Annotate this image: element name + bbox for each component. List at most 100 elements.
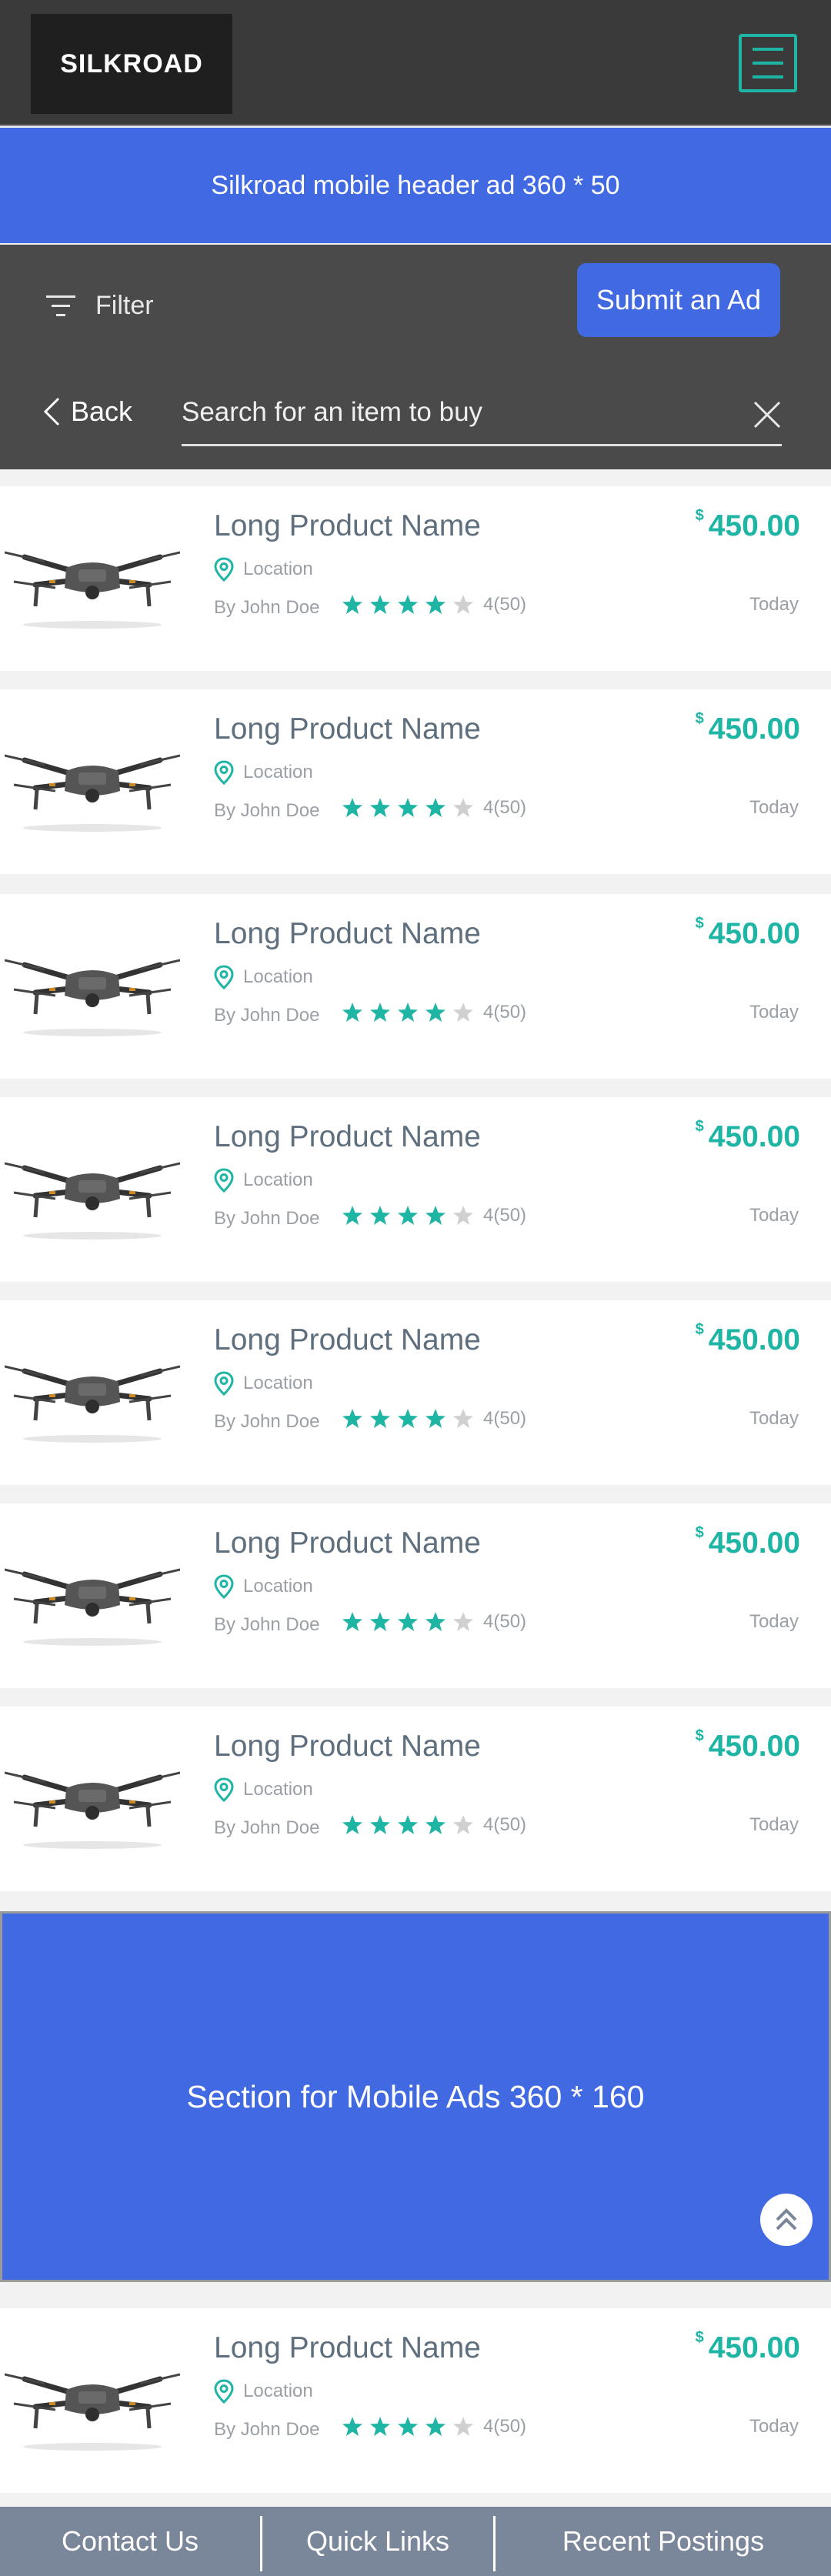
currency-symbol: $ [695, 2329, 704, 2346]
star-icon [426, 798, 446, 817]
product-name[interactable]: Long Product Name [214, 1323, 481, 1357]
logo[interactable]: SILKROAD [31, 14, 232, 114]
posting-date: Today [749, 1002, 799, 1023]
star-icon [342, 1409, 362, 1428]
product-price: $450.00 [696, 915, 800, 951]
star-icon [370, 595, 390, 614]
star-icon [453, 1003, 473, 1022]
star-icon [342, 1815, 362, 1834]
search-bar [182, 383, 782, 446]
product-name[interactable]: Long Product Name [214, 917, 481, 951]
listing-card[interactable]: Long Product Name $450.00 Location By Jo… [0, 1707, 831, 1891]
footer-link-contact[interactable]: Contact Us [0, 2507, 260, 2576]
location-label: Location [243, 1779, 313, 1800]
rating-stars: 4(50) [342, 1814, 526, 1836]
filter-label: Filter [95, 291, 154, 320]
footer-link-recent-postings[interactable]: Recent Postings [496, 2507, 831, 2576]
submit-ad-button[interactable]: Submit an Ad [577, 263, 780, 337]
price-value: 450.00 [708, 712, 800, 746]
star-icon [342, 1612, 362, 1631]
price-value: 450.00 [708, 917, 800, 950]
product-name[interactable]: Long Product Name [214, 2331, 481, 2365]
back-button[interactable]: Back [43, 395, 132, 428]
star-icon [342, 798, 362, 817]
listing-card[interactable]: Long Product Name $450.00 Location By Jo… [0, 1503, 831, 1688]
product-name[interactable]: Long Product Name [214, 1730, 481, 1763]
star-icon [370, 1003, 390, 1022]
filter-button[interactable]: Filter [46, 291, 154, 321]
drone-image [5, 2373, 180, 2451]
map-pin-icon [214, 760, 234, 785]
drone-image [5, 959, 180, 1036]
star-icon [398, 1815, 418, 1834]
product-price: $450.00 [696, 507, 800, 543]
map-pin-icon [214, 2379, 234, 2404]
currency-symbol: $ [695, 1118, 704, 1135]
price-value: 450.00 [708, 2331, 800, 2364]
posting-date: Today [749, 1611, 799, 1632]
product-price: $450.00 [695, 2329, 800, 2365]
rating-label: 4(50) [483, 1408, 527, 1429]
price-value: 450.00 [708, 1120, 800, 1153]
double-chevron-up-icon [776, 2208, 797, 2231]
hamburger-icon[interactable] [739, 34, 797, 92]
location-label: Location [243, 1576, 313, 1597]
listing-card[interactable]: Long Product Name $450.00 Location By Jo… [0, 1300, 831, 1485]
product-price: $450.00 [696, 710, 800, 746]
seller-name: By John Doe [214, 1614, 320, 1635]
seller-name: By John Doe [214, 2419, 320, 2440]
rating-stars: 4(50) [342, 2416, 526, 2438]
rating-label: 4(50) [483, 1611, 527, 1632]
product-location: Location [214, 760, 313, 785]
header-ad-banner[interactable]: Silkroad mobile header ad 360 * 50 [0, 128, 831, 243]
product-location: Location [214, 2379, 313, 2404]
chevron-left-icon [43, 397, 60, 426]
product-location: Location [214, 1371, 313, 1396]
map-pin-icon [214, 1777, 234, 1802]
listing-card[interactable]: Long Product Name $450.00 Location By Jo… [0, 689, 831, 874]
listing-card[interactable]: Long Product Name $450.00 Location By Jo… [0, 1097, 831, 1282]
price-value: 450.00 [708, 1527, 800, 1560]
controls-panel: Filter Submit an Ad Back [0, 245, 831, 469]
star-icon [426, 1003, 446, 1022]
listing-card[interactable]: Long Product Name $450.00 Location By Jo… [0, 894, 831, 1079]
mobile-ad-section[interactable]: Section for Mobile Ads 360 * 160 [0, 1911, 831, 2282]
rating-stars: 4(50) [342, 1408, 526, 1430]
star-icon [426, 595, 446, 614]
star-icon [426, 1206, 446, 1225]
drone-image [5, 1162, 180, 1240]
footer-link-quick-links[interactable]: Quick Links [262, 2507, 493, 2576]
star-icon [370, 1206, 390, 1225]
search-input[interactable] [182, 391, 720, 434]
scroll-to-top-button[interactable] [760, 2194, 813, 2246]
product-name[interactable]: Long Product Name [214, 712, 481, 746]
star-icon [370, 2417, 390, 2436]
listing-card[interactable]: Long Product Name $450.00 Location By Jo… [0, 2308, 831, 2493]
location-label: Location [243, 762, 313, 782]
currency-symbol: $ [695, 1524, 704, 1541]
star-icon [398, 1003, 418, 1022]
posting-date: Today [749, 1408, 799, 1429]
page: SILKROAD Silkroad mobile header ad 360 *… [0, 0, 831, 2576]
product-name[interactable]: Long Product Name [214, 509, 481, 543]
close-icon[interactable] [753, 400, 782, 429]
seller-name: By John Doe [214, 800, 320, 821]
product-name[interactable]: Long Product Name [214, 1527, 481, 1560]
product-location: Location [214, 965, 313, 989]
rating-stars: 4(50) [342, 797, 526, 819]
product-location: Location [214, 557, 313, 582]
star-icon [426, 2417, 446, 2436]
map-pin-icon [214, 1574, 234, 1599]
filter-icon [46, 295, 75, 316]
map-pin-icon [214, 1168, 234, 1193]
listing-card[interactable]: Long Product Name $450.00 Location By Jo… [0, 486, 831, 671]
star-icon [370, 1409, 390, 1428]
location-label: Location [243, 1373, 313, 1393]
star-icon [453, 1206, 473, 1225]
posting-date: Today [749, 2416, 799, 2437]
star-icon [398, 1409, 418, 1428]
footer: Contact Us Quick Links Recent Postings [0, 2507, 831, 2576]
product-price: $450.00 [695, 1524, 800, 1560]
posting-date: Today [749, 1205, 799, 1226]
product-name[interactable]: Long Product Name [214, 1120, 481, 1154]
